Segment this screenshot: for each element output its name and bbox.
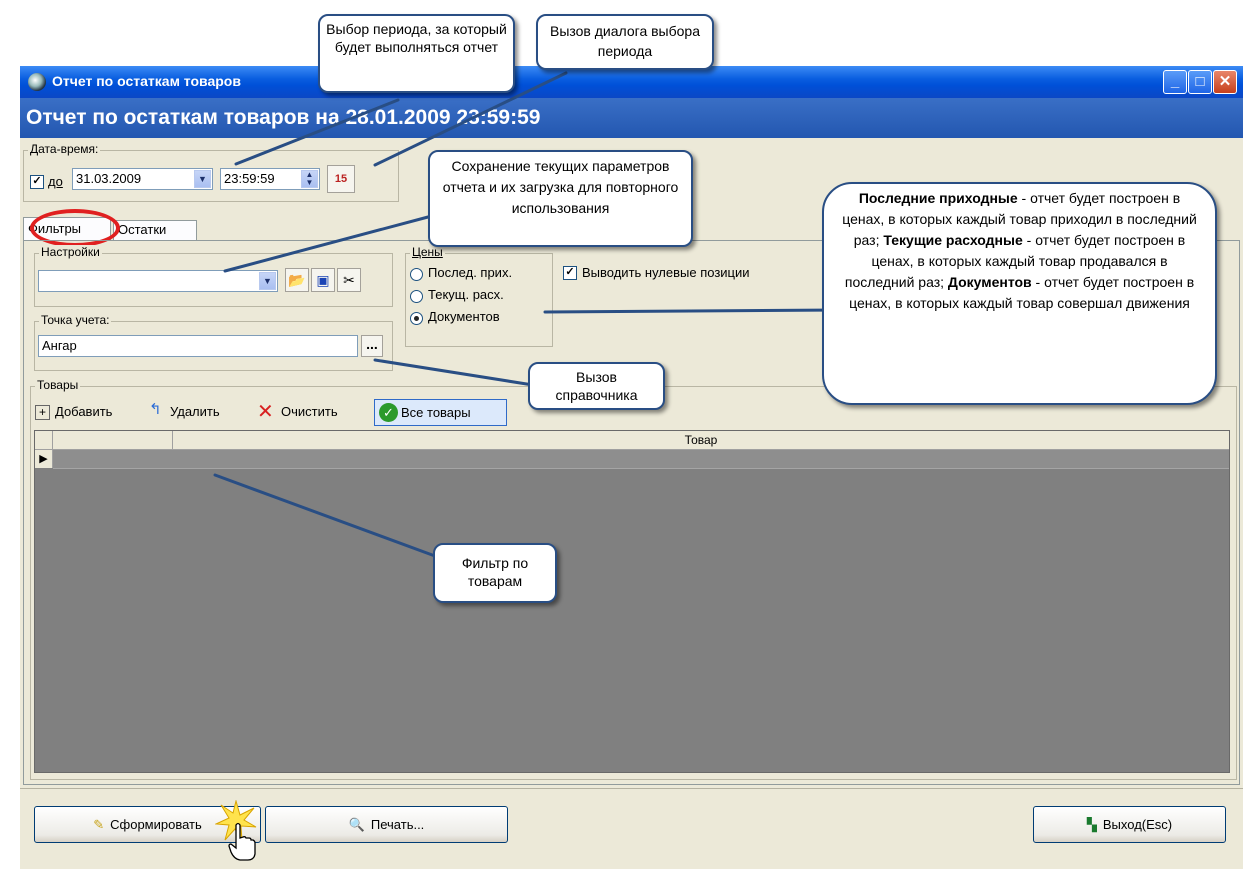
- callout-period: Выбор периода, за который будет выполнят…: [318, 14, 515, 93]
- callout-save-params: Сохранение текущих параметров отчета и и…: [428, 150, 693, 247]
- callout-goods-filter: Фильтр по товарам: [433, 543, 557, 603]
- callout-prices-bold-1: Последние приходные: [858, 190, 1018, 206]
- callout-period-dialog: Вызов диалога выбора периода: [536, 14, 714, 70]
- callout-directory: Вызов справочника: [528, 362, 665, 410]
- callout-prices-bold-3: Документов: [947, 274, 1032, 290]
- callout-prices-bold-2: Текущие расходные: [883, 232, 1023, 248]
- callout-leaders: [213, 71, 842, 558]
- callout-prices: Последние приходные - отчет будет постро…: [822, 182, 1217, 405]
